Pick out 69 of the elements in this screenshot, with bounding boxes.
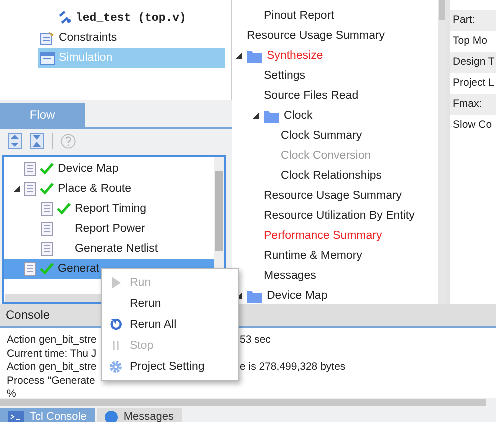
module-icon — [58, 11, 72, 25]
console-line: Current time: Thu J — [7, 348, 97, 361]
clipboard-icon — [40, 30, 55, 46]
property-label: Design T — [450, 52, 496, 73]
report-item[interactable]: Resource Usage Summary — [247, 30, 386, 42]
document-icon — [41, 222, 53, 236]
play-icon — [112, 276, 120, 288]
flow-item-label: Generat — [58, 263, 100, 275]
flow-item[interactable]: Report Timing — [4, 199, 214, 219]
flow-item[interactable]: Generate Netlist — [4, 239, 214, 259]
console-line: 53 sec — [240, 334, 271, 348]
flow-item[interactable]: Device Map — [4, 159, 214, 179]
pause-icon — [113, 341, 119, 350]
document-icon — [24, 162, 36, 176]
menu-item[interactable]: Project Setting — [102, 356, 238, 377]
report-item[interactable]: Device Map — [267, 290, 328, 302]
document-icon — [41, 242, 53, 256]
window-icon — [40, 52, 55, 64]
folder-icon — [247, 50, 262, 62]
document-icon — [41, 202, 53, 216]
property-label: Top Mo — [452, 34, 488, 49]
hierarchy-label: Constraints — [59, 32, 118, 44]
expander-icon[interactable] — [253, 113, 259, 119]
hierarchy-item[interactable]: led_test (top.v) — [0, 8, 231, 28]
hierarchy-item[interactable]: Constraints — [38, 28, 225, 48]
report-item[interactable]: Runtime & Memory — [264, 250, 362, 262]
report-item[interactable]: Clock Summary — [281, 130, 362, 142]
property-label: Fmax: — [450, 94, 496, 115]
refresh-icon — [110, 318, 122, 331]
console-line: % — [7, 388, 16, 402]
hierarchy-label: led_test (top.v) — [76, 12, 186, 24]
document-icon — [24, 262, 36, 276]
expand-all-icon[interactable] — [8, 133, 22, 149]
flow-item-label: Report Power — [75, 223, 146, 235]
report-item[interactable]: Resource Utilization By Entity — [264, 210, 415, 222]
horizontal-scrollbar[interactable] — [0, 399, 486, 406]
report-item[interactable]: Clock Relationships — [281, 170, 382, 182]
report-item[interactable]: Source Files Read — [264, 90, 359, 102]
report-item[interactable]: Resource Usage Summary — [264, 190, 402, 202]
console-line: Process "Generate — [7, 374, 96, 388]
report-item[interactable]: Performance Summary — [264, 230, 382, 242]
expander-icon[interactable] — [236, 53, 242, 59]
console-tab[interactable]: Messages — [96, 408, 182, 422]
flow-item-label: Generate Netlist — [75, 243, 158, 255]
flow-item-label: Report Timing — [75, 203, 147, 215]
vertical-scrollbar[interactable] — [438, 0, 446, 304]
flow-item-label: Device Map — [58, 163, 119, 175]
report-item[interactable]: Settings — [264, 70, 306, 82]
help-icon[interactable] — [61, 134, 76, 148]
hierarchy-label: Simulation — [59, 52, 113, 64]
flow-item[interactable]: Place & Route — [4, 179, 214, 199]
console-line: e is 278,499,328 bytes — [240, 361, 346, 374]
expander-icon[interactable] — [14, 186, 20, 192]
flow-item-label: Place & Route — [58, 183, 132, 195]
terminal-icon — [8, 411, 24, 422]
flow-item[interactable]: Report Power — [4, 219, 214, 239]
report-item[interactable]: Messages — [264, 270, 316, 282]
document-icon — [24, 182, 36, 196]
collapse-all-icon[interactable] — [30, 133, 44, 149]
gear-icon — [109, 360, 123, 374]
console-line: Action gen_bit_stre — [7, 361, 97, 374]
folder-icon — [264, 110, 279, 122]
property-label: Project L — [452, 76, 496, 91]
property-label: Part: — [450, 10, 496, 31]
report-item[interactable]: Pinout Report — [264, 10, 334, 22]
property-label: Slow Co — [452, 118, 494, 133]
console-line: Action gen_bit_stre — [7, 334, 97, 348]
report-item[interactable]: Clock — [284, 110, 313, 122]
report-item[interactable]: Synthesize — [267, 50, 324, 62]
